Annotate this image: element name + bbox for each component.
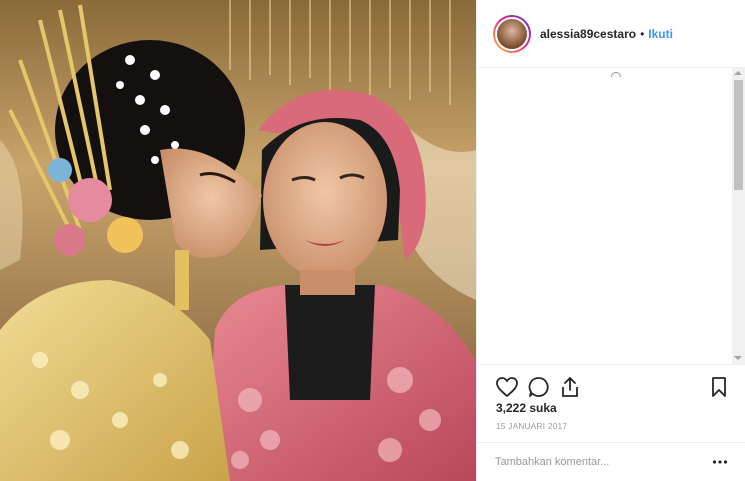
photo-illustration (0, 0, 476, 481)
share-button[interactable] (558, 375, 582, 399)
avatar[interactable] (493, 14, 531, 53)
bookmark-icon (712, 377, 726, 397)
likes-count[interactable]: 3,222 suka (496, 401, 557, 415)
avatar-image (495, 16, 529, 51)
scrollbar-thumb[interactable] (734, 80, 743, 190)
scroll-up-arrow-icon[interactable] (734, 71, 742, 75)
save-button[interactable] (707, 375, 731, 399)
add-comment-bar (477, 442, 745, 481)
separator-dot: • (640, 26, 645, 41)
header-text: alessia89cestaro • Ikuti (540, 27, 673, 41)
post-date: 15 JANUARI 2017 (496, 422, 568, 431)
comment-icon (528, 377, 549, 397)
post-header: alessia89cestaro • Ikuti (477, 0, 745, 68)
post-photo[interactable] (0, 0, 476, 481)
loading-spinner-icon (608, 69, 624, 85)
more-options-button[interactable] (712, 455, 728, 469)
more-options-icon (712, 460, 728, 464)
scroll-down-arrow-icon[interactable] (734, 356, 742, 360)
comment-input[interactable] (495, 453, 695, 471)
share-icon (562, 377, 578, 397)
heart-icon (496, 377, 518, 398)
comments-area[interactable] (477, 68, 745, 364)
post-side-panel: alessia89cestaro • Ikuti 3,222 suka 15 J… (476, 0, 745, 481)
username-link[interactable]: alessia89cestaro (540, 27, 636, 41)
follow-button[interactable]: Ikuti (648, 27, 673, 41)
instagram-post: alessia89cestaro • Ikuti 3,222 suka 15 J… (0, 0, 745, 481)
like-button[interactable] (495, 375, 519, 399)
comment-button[interactable] (527, 375, 551, 399)
